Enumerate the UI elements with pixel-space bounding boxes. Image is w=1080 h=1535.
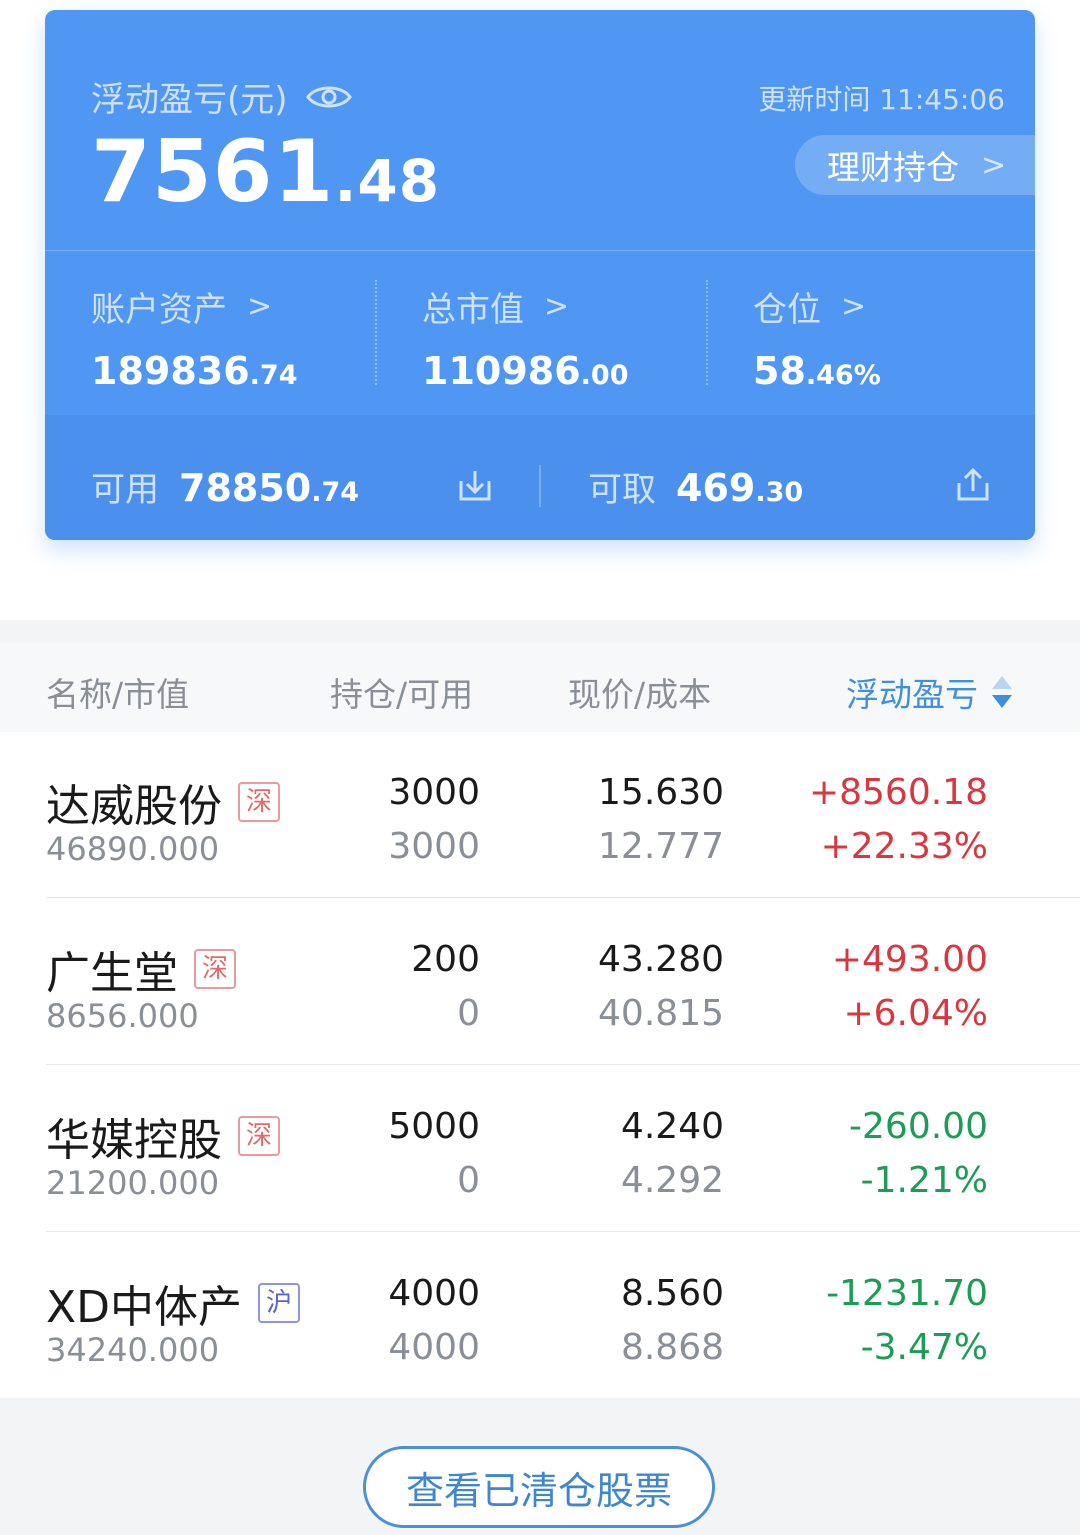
sort-icon[interactable] (990, 672, 1014, 712)
divider (539, 465, 541, 507)
header-holding-available: 持仓/可用 (330, 675, 474, 714)
stock-name-line: 华媒控股深 (46, 1104, 281, 1168)
holding-qty: 4000 (388, 1273, 480, 1314)
summary-card: 浮动盈亏(元) 更新时间 11:45:06 7561.48 理财持仓 > 账户资… (45, 10, 1035, 540)
available-qty: 4000 (388, 1327, 480, 1368)
cost-price: 4.292 (620, 1160, 724, 1201)
floating-pl-percent: +22.33% (820, 826, 988, 867)
table-row[interactable]: 广生堂深 8656.000 200 0 43.280 40.815 +493.00 +6.04… (0, 899, 1080, 1065)
stock-market-value: 46890.000 (46, 830, 220, 868)
table-row[interactable]: XD中体产沪 34240.000 4000 4000 8.560 8.868 -1231.7… (0, 1233, 1080, 1399)
floating-pl-amount: +8560.18 (808, 772, 988, 813)
available-qty: 3000 (388, 826, 480, 867)
market-badge: 深 (238, 1116, 281, 1156)
current-price: 43.280 (598, 939, 724, 980)
position-ratio[interactable]: 仓位 > 58.46% (753, 282, 881, 393)
current-price: 4.240 (620, 1106, 724, 1147)
holding-qty: 200 (411, 939, 480, 980)
stock-market-value: 34240.000 (46, 1331, 220, 1369)
stock-name-line: XD中体产沪 (46, 1271, 301, 1335)
account-assets-value: 189836.74 (91, 349, 298, 393)
stock-name: 达威股份 (46, 781, 222, 832)
available-qty: 0 (457, 993, 480, 1034)
available-funds: 可用 78850.74 (91, 466, 360, 510)
divider (45, 250, 1035, 251)
section-gap (0, 620, 1080, 642)
row-divider (46, 897, 1080, 898)
table-row[interactable]: 达威股份深 46890.000 3000 3000 15.630 12.777 +8560.… (0, 732, 1080, 898)
chevron-right-icon: > (981, 147, 1007, 183)
market-badge: 沪 (258, 1283, 301, 1323)
header-price-cost: 现价/成本 (568, 675, 712, 714)
cost-price: 8.868 (620, 1327, 724, 1368)
market-badge: 深 (238, 782, 281, 822)
total-market-value[interactable]: 总市值 > 110986.00 (422, 282, 629, 393)
licai-holdings-button[interactable]: 理财持仓 > (795, 135, 1035, 195)
current-price: 8.560 (620, 1273, 724, 1314)
header-name-market-value: 名称/市值 (46, 675, 190, 714)
chevron-right-icon: > (247, 289, 273, 324)
holding-qty: 5000 (388, 1106, 480, 1147)
download-icon[interactable] (455, 465, 495, 505)
chevron-right-icon: > (841, 289, 867, 324)
divider (706, 280, 708, 385)
table-row[interactable]: 华媒控股深 21200.000 5000 0 4.240 4.292 -260.00 -1.2… (0, 1066, 1080, 1232)
eye-icon[interactable] (305, 82, 352, 112)
market-badge: 深 (194, 949, 237, 989)
chevron-right-icon: > (544, 289, 570, 324)
row-divider (46, 1064, 1080, 1065)
cost-price: 40.815 (598, 993, 724, 1034)
floating-pl-percent: -3.47% (860, 1327, 988, 1368)
header-floating-pl[interactable]: 浮动盈亏 (846, 668, 1014, 716)
update-time: 更新时间 11:45:06 (758, 83, 1005, 116)
stock-name: 广生堂 (46, 948, 178, 999)
stock-market-value: 8656.000 (46, 997, 199, 1035)
total-market-value-value: 110986.00 (422, 349, 629, 393)
account-assets[interactable]: 账户资产 > 189836.74 (91, 282, 298, 393)
stock-name: 华媒控股 (46, 1115, 222, 1166)
floating-pl-value: 7561.48 (91, 122, 441, 222)
withdrawable-funds: 可取 469.30 (588, 466, 804, 510)
floating-pl-percent: +6.04% (843, 993, 988, 1034)
holding-qty: 3000 (388, 772, 480, 813)
stock-name: XD中体产 (46, 1282, 243, 1333)
row-divider (46, 1231, 1080, 1232)
current-price: 15.630 (598, 772, 724, 813)
position-ratio-value: 58.46% (753, 349, 881, 393)
floating-pl-amount: +493.00 (831, 939, 988, 980)
divider (375, 280, 377, 385)
floating-pl-amount: -260.00 (849, 1106, 988, 1147)
cost-price: 12.777 (598, 826, 724, 867)
floating-pl-label: 浮动盈亏(元) (91, 72, 352, 121)
stock-name-line: 广生堂深 (46, 937, 237, 1001)
stock-market-value: 21200.000 (46, 1164, 220, 1202)
upload-icon[interactable] (953, 465, 993, 505)
floating-pl-amount: -1231.70 (826, 1273, 988, 1314)
floating-pl-percent: -1.21% (860, 1160, 988, 1201)
view-cleared-stocks-button[interactable]: 查看已清仓股票 (363, 1446, 715, 1528)
stock-name-line: 达威股份深 (46, 770, 281, 834)
available-qty: 0 (457, 1160, 480, 1201)
